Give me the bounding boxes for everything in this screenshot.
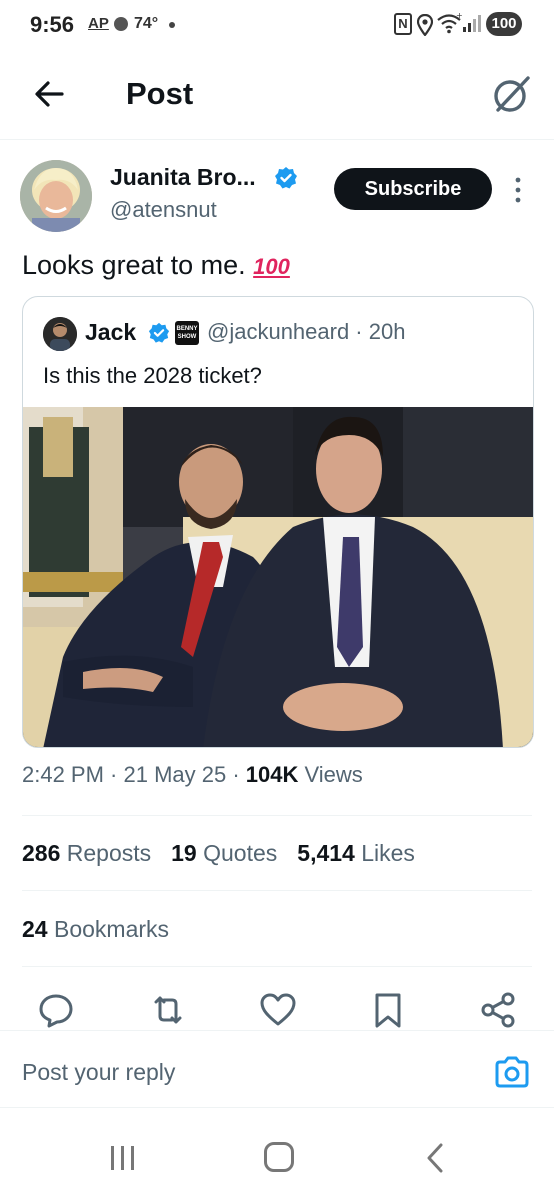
divider (22, 966, 532, 967)
hundred-points-emoji-icon: 100 (253, 254, 290, 279)
reposts-label: Reposts (66, 840, 152, 866)
quotes-count: 19 (171, 840, 197, 866)
quoted-photo[interactable] (23, 407, 534, 748)
quoted-handle-time: @jackunheard · 20h (207, 319, 406, 344)
bookmarks-label: Bookmarks (53, 916, 170, 942)
bookmarks-count: 24 (22, 916, 48, 942)
divider (22, 815, 532, 816)
status-bar: 9:56 AP 74° N + 100 (0, 0, 554, 52)
post-body: Looks great to me. (22, 250, 246, 280)
repost-icon[interactable] (148, 990, 188, 1030)
quoted-post[interactable]: Jack BENNY SHOW @jackunheard · 20h Is th… (22, 296, 534, 748)
signal-icon (463, 15, 481, 32)
reposts-count: 286 (22, 840, 61, 866)
author-name[interactable]: Juanita Bro... (110, 164, 256, 191)
page-title: Post (126, 76, 194, 111)
quoted-text: Is this the 2028 ticket? (43, 363, 262, 388)
likes-stat[interactable]: 5,414 Likes (297, 840, 415, 867)
quoted-author-avatar (43, 317, 77, 351)
verified-badge-icon (275, 167, 297, 189)
recent-apps-icon[interactable] (108, 1144, 138, 1172)
battery-indicator: 100 (486, 12, 522, 36)
views-label: Views (304, 762, 363, 787)
quoted-author-name: Jack (85, 319, 137, 345)
action-bar (0, 990, 554, 1030)
reposts-stat[interactable]: 286 Reposts (22, 840, 151, 867)
status-time: 9:56 (30, 12, 75, 37)
author-handle[interactable]: @atensnut (110, 197, 217, 223)
wifi-icon: + (437, 12, 462, 34)
nfc-icon: N (394, 13, 412, 35)
bookmarks-stat[interactable]: 24 Bookmarks (22, 916, 169, 943)
post-text: Looks great to me. 100 (22, 250, 290, 281)
share-icon[interactable] (478, 990, 518, 1030)
home-button-icon[interactable] (264, 1142, 294, 1172)
likes-label: Likes (361, 840, 415, 866)
ap-news-icon: AP (88, 15, 109, 32)
quotes-stat[interactable]: 19 Quotes (171, 840, 277, 867)
reply-icon[interactable] (36, 990, 76, 1030)
status-temperature: 74° (134, 15, 159, 32)
post-timestamp: 2:42 PM · 21 May 25 · 104K Views (22, 762, 363, 787)
likes-count: 5,414 (297, 840, 355, 866)
views-count: 104K (245, 762, 299, 787)
author-avatar[interactable] (20, 160, 92, 232)
camera-icon[interactable] (494, 1055, 530, 1089)
post-time: 2:42 PM (22, 762, 104, 787)
quotes-label: Quotes (203, 840, 278, 866)
more-options-icon[interactable] (508, 174, 528, 206)
notification-dot-icon (169, 22, 175, 28)
system-back-icon[interactable] (424, 1142, 446, 1174)
engagement-stats: 286 Reposts 19 Quotes 5,414 Likes (22, 840, 435, 867)
post-date: 21 May 25 (123, 762, 227, 787)
quoted-verified-badge-icon (148, 322, 170, 343)
weather-icon (114, 17, 128, 31)
post-header: Post (0, 52, 554, 140)
like-icon[interactable] (258, 990, 298, 1030)
subscribe-button[interactable]: Subscribe (334, 168, 492, 210)
divider (22, 890, 532, 891)
bookmark-icon[interactable] (368, 990, 408, 1030)
reply-input[interactable]: Post your reply (22, 1059, 175, 1086)
system-nav-bar (0, 1110, 554, 1200)
reply-bar: Post your reply (0, 1030, 554, 1108)
grok-icon[interactable] (490, 72, 534, 116)
affiliate-badge-icon: BENNY SHOW (175, 321, 199, 345)
back-arrow-icon[interactable] (30, 74, 70, 114)
location-icon (417, 14, 433, 36)
